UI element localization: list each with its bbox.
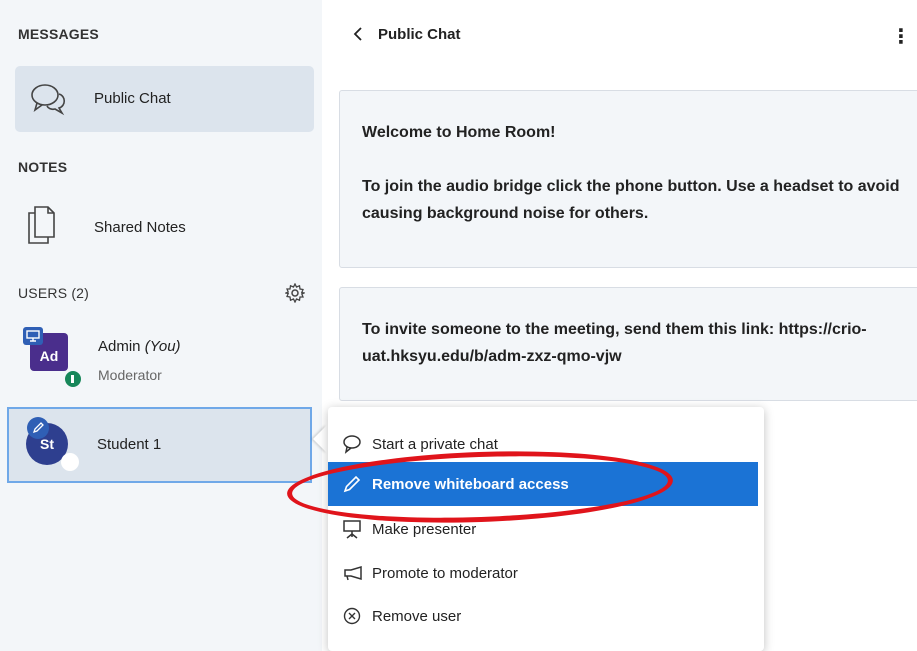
megaphone-icon [340,565,364,581]
menu-item-label: Make presenter [372,520,477,538]
avatar-initials: Ad [39,348,59,364]
sidebar: MESSAGES Public Chat NOTES Shared Notes … [0,0,322,651]
chat-header-title[interactable]: Public Chat [378,26,461,43]
user-context-menu: Start a private chat Remove whiteboard a… [328,407,764,651]
sidebar-item-label: Shared Notes [94,219,186,236]
audio-connected-icon [63,369,83,389]
messages-section-title: MESSAGES [18,26,99,42]
document-icon [26,205,56,250]
menu-item-promote-to-moderator[interactable]: Promote to moderator [328,551,758,595]
chat-bubbles-icon [29,82,69,121]
presentation-icon [340,518,364,540]
menu-item-label: Promote to moderator [372,564,518,582]
gear-icon[interactable] [283,282,307,308]
user-name: Student 1 [97,436,162,453]
users-section-title: USERS (2) [18,285,90,301]
menu-item-label: Start a private chat [372,435,498,453]
user-list-item-student-1[interactable]: St Student 1 [7,407,312,483]
menu-item-remove-user[interactable]: Remove user [328,594,758,638]
welcome-title: Welcome to Home Room! [362,124,556,141]
circle-x-icon [340,607,364,625]
avatar-initials: St [40,436,54,452]
more-options-icon[interactable]: ⋮ [891,24,911,49]
presenter-badge-icon [23,327,43,345]
notes-section-title: NOTES [18,159,68,175]
pencil-badge-icon [27,417,49,439]
status-dot-icon [61,453,79,471]
user-name: Admin (You) [98,338,181,355]
welcome-message: Welcome to Home Room! To join the audio … [339,90,917,268]
chat-bubble-icon [340,434,364,454]
user-list-item-admin[interactable]: Ad Admin (You) Moderator [15,325,315,391]
sidebar-item-public-chat[interactable]: Public Chat [15,66,314,132]
welcome-body: To join the audio bridge click the phone… [362,178,900,222]
user-role: Moderator [98,367,162,383]
sidebar-item-label: Public Chat [94,90,171,107]
invite-body: To invite someone to the meeting, send t… [362,321,867,365]
sidebar-item-shared-notes[interactable]: Shared Notes [15,194,314,260]
invite-message: To invite someone to the meeting, send t… [339,287,917,401]
menu-pointer [313,425,327,453]
menu-item-label: Remove user [372,607,462,625]
chevron-left-icon[interactable] [352,26,364,46]
